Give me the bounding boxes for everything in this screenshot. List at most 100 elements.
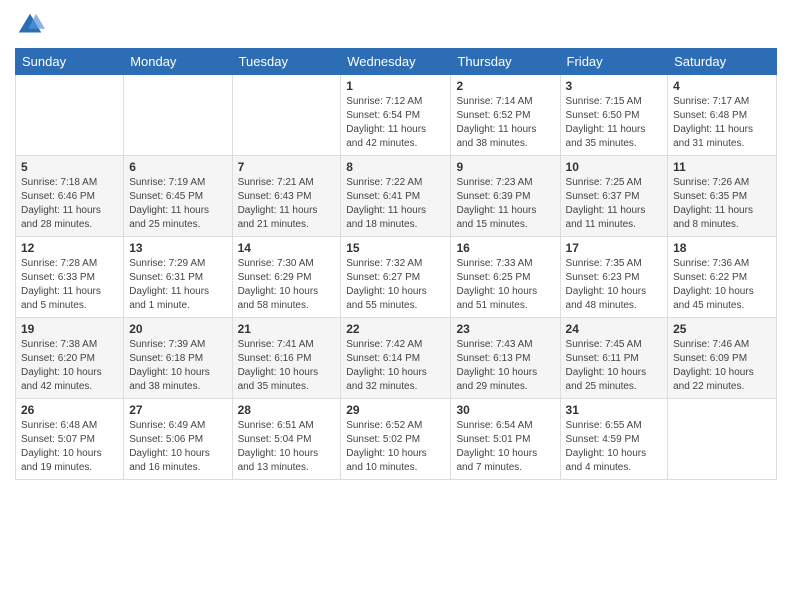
day-number: 5 <box>21 160 118 174</box>
calendar-cell: 10 Sunrise: 7:25 AM Sunset: 6:37 PM Dayli… <box>560 156 668 237</box>
calendar-cell: 20 Sunrise: 7:39 AM Sunset: 6:18 PM Dayli… <box>124 318 232 399</box>
calendar-cell: 6Sunrise: 7:19 AM Sunset: 6:45 PM Daylig… <box>124 156 232 237</box>
week-row-5: 26 Sunrise: 6:48 AM Sunset: 5:07 PM Dayli… <box>16 399 777 480</box>
calendar-cell: 24 Sunrise: 7:45 AM Sunset: 6:11 PM Dayli… <box>560 318 668 399</box>
day-number: 7 <box>238 160 336 174</box>
calendar-cell: 31 Sunrise: 6:55 AM Sunset: 4:59 PM Dayli… <box>560 399 668 480</box>
week-row-3: 12 Sunrise: 7:28 AM Sunset: 6:33 PM Dayli… <box>16 237 777 318</box>
calendar-cell: 26 Sunrise: 6:48 AM Sunset: 5:07 PM Dayli… <box>16 399 124 480</box>
day-number: 3 <box>566 79 663 93</box>
day-info: Sunrise: 7:12 AM Sunset: 6:54 PM Dayligh… <box>346 95 445 151</box>
day-number: 18 <box>673 241 771 255</box>
day-number: 12 <box>21 241 118 255</box>
calendar-cell: 18 Sunrise: 7:36 AM Sunset: 6:22 PM Dayli… <box>668 237 777 318</box>
calendar-cell: 11Sunrise: 7:26 AM Sunset: 6:35 PM Dayli… <box>668 156 777 237</box>
day-info: Sunrise: 6:48 AM Sunset: 5:07 PM Dayligh… <box>21 419 118 475</box>
day-info: Sunrise: 7:38 AM Sunset: 6:20 PM Dayligh… <box>21 338 118 394</box>
day-number: 17 <box>566 241 663 255</box>
logo-icon <box>15 10 45 40</box>
week-row-2: 5 Sunrise: 7:18 AM Sunset: 6:46 PM Daylig… <box>16 156 777 237</box>
day-info: Sunrise: 7:21 AM Sunset: 6:43 PM Dayligh… <box>238 176 336 232</box>
day-info: Sunrise: 7:23 AM Sunset: 6:39 PM Dayligh… <box>456 176 554 232</box>
day-number: 24 <box>566 322 663 336</box>
day-number: 16 <box>456 241 554 255</box>
calendar-cell <box>124 75 232 156</box>
day-info: Sunrise: 7:36 AM Sunset: 6:22 PM Dayligh… <box>673 257 771 313</box>
calendar-cell: 29 Sunrise: 6:52 AM Sunset: 5:02 PM Dayli… <box>341 399 451 480</box>
weekday-header-saturday: Saturday <box>668 49 777 75</box>
day-number: 14 <box>238 241 336 255</box>
calendar-cell: 12 Sunrise: 7:28 AM Sunset: 6:33 PM Dayli… <box>16 237 124 318</box>
day-info: Sunrise: 6:49 AM Sunset: 5:06 PM Dayligh… <box>129 419 226 475</box>
day-info: Sunrise: 7:46 AM Sunset: 6:09 PM Dayligh… <box>673 338 771 394</box>
day-number: 20 <box>129 322 226 336</box>
calendar-cell: 21 Sunrise: 7:41 AM Sunset: 6:16 PM Dayli… <box>232 318 341 399</box>
calendar-cell <box>16 75 124 156</box>
calendar-cell: 8Sunrise: 7:22 AM Sunset: 6:41 PM Daylig… <box>341 156 451 237</box>
calendar-cell: 30Sunrise: 6:54 AM Sunset: 5:01 PM Dayli… <box>451 399 560 480</box>
day-info: Sunrise: 6:55 AM Sunset: 4:59 PM Dayligh… <box>566 419 663 475</box>
day-number: 21 <box>238 322 336 336</box>
day-info: Sunrise: 7:18 AM Sunset: 6:46 PM Dayligh… <box>21 176 118 232</box>
day-number: 15 <box>346 241 445 255</box>
day-info: Sunrise: 7:43 AM Sunset: 6:13 PM Dayligh… <box>456 338 554 394</box>
calendar-cell: 14 Sunrise: 7:30 AM Sunset: 6:29 PM Dayli… <box>232 237 341 318</box>
day-info: Sunrise: 7:30 AM Sunset: 6:29 PM Dayligh… <box>238 257 336 313</box>
day-number: 19 <box>21 322 118 336</box>
day-number: 2 <box>456 79 554 93</box>
day-number: 31 <box>566 403 663 417</box>
calendar-cell <box>668 399 777 480</box>
day-info: Sunrise: 6:52 AM Sunset: 5:02 PM Dayligh… <box>346 419 445 475</box>
calendar-cell: 9Sunrise: 7:23 AM Sunset: 6:39 PM Daylig… <box>451 156 560 237</box>
day-info: Sunrise: 7:45 AM Sunset: 6:11 PM Dayligh… <box>566 338 663 394</box>
week-row-4: 19 Sunrise: 7:38 AM Sunset: 6:20 PM Dayli… <box>16 318 777 399</box>
day-number: 29 <box>346 403 445 417</box>
calendar-cell: 16 Sunrise: 7:33 AM Sunset: 6:25 PM Dayli… <box>451 237 560 318</box>
day-info: Sunrise: 6:51 AM Sunset: 5:04 PM Dayligh… <box>238 419 336 475</box>
calendar-cell: 5 Sunrise: 7:18 AM Sunset: 6:46 PM Daylig… <box>16 156 124 237</box>
calendar-cell: 19 Sunrise: 7:38 AM Sunset: 6:20 PM Dayli… <box>16 318 124 399</box>
calendar-cell: 15 Sunrise: 7:32 AM Sunset: 6:27 PM Dayli… <box>341 237 451 318</box>
calendar-cell: 13 Sunrise: 7:29 AM Sunset: 6:31 PM Dayli… <box>124 237 232 318</box>
calendar-cell: 1 Sunrise: 7:12 AM Sunset: 6:54 PM Daylig… <box>341 75 451 156</box>
day-number: 26 <box>21 403 118 417</box>
weekday-header-monday: Monday <box>124 49 232 75</box>
calendar-cell: 17 Sunrise: 7:35 AM Sunset: 6:23 PM Dayli… <box>560 237 668 318</box>
day-info: Sunrise: 7:25 AM Sunset: 6:37 PM Dayligh… <box>566 176 663 232</box>
day-info: Sunrise: 7:29 AM Sunset: 6:31 PM Dayligh… <box>129 257 226 313</box>
weekday-header-wednesday: Wednesday <box>341 49 451 75</box>
day-number: 6 <box>129 160 226 174</box>
day-number: 4 <box>673 79 771 93</box>
calendar-cell: 3Sunrise: 7:15 AM Sunset: 6:50 PM Daylig… <box>560 75 668 156</box>
day-number: 23 <box>456 322 554 336</box>
day-number: 1 <box>346 79 445 93</box>
day-info: Sunrise: 7:28 AM Sunset: 6:33 PM Dayligh… <box>21 257 118 313</box>
calendar-cell: 7 Sunrise: 7:21 AM Sunset: 6:43 PM Daylig… <box>232 156 341 237</box>
calendar-cell <box>232 75 341 156</box>
day-info: Sunrise: 7:33 AM Sunset: 6:25 PM Dayligh… <box>456 257 554 313</box>
day-number: 10 <box>566 160 663 174</box>
day-info: Sunrise: 7:32 AM Sunset: 6:27 PM Dayligh… <box>346 257 445 313</box>
weekday-header-tuesday: Tuesday <box>232 49 341 75</box>
day-number: 11 <box>673 160 771 174</box>
calendar-cell: 23 Sunrise: 7:43 AM Sunset: 6:13 PM Dayli… <box>451 318 560 399</box>
week-row-1: 1 Sunrise: 7:12 AM Sunset: 6:54 PM Daylig… <box>16 75 777 156</box>
day-info: Sunrise: 7:22 AM Sunset: 6:41 PM Dayligh… <box>346 176 445 232</box>
calendar-cell: 27 Sunrise: 6:49 AM Sunset: 5:06 PM Dayli… <box>124 399 232 480</box>
weekday-header-friday: Friday <box>560 49 668 75</box>
day-info: Sunrise: 7:41 AM Sunset: 6:16 PM Dayligh… <box>238 338 336 394</box>
day-info: Sunrise: 7:35 AM Sunset: 6:23 PM Dayligh… <box>566 257 663 313</box>
calendar-cell: 4 Sunrise: 7:17 AM Sunset: 6:48 PM Daylig… <box>668 75 777 156</box>
weekday-header-row: SundayMondayTuesdayWednesdayThursdayFrid… <box>16 49 777 75</box>
calendar-cell: 28Sunrise: 6:51 AM Sunset: 5:04 PM Dayli… <box>232 399 341 480</box>
day-number: 22 <box>346 322 445 336</box>
logo <box>15 10 47 40</box>
weekday-header-thursday: Thursday <box>451 49 560 75</box>
day-info: Sunrise: 7:39 AM Sunset: 6:18 PM Dayligh… <box>129 338 226 394</box>
day-number: 27 <box>129 403 226 417</box>
day-number: 25 <box>673 322 771 336</box>
day-number: 13 <box>129 241 226 255</box>
weekday-header-sunday: Sunday <box>16 49 124 75</box>
day-info: Sunrise: 7:17 AM Sunset: 6:48 PM Dayligh… <box>673 95 771 151</box>
calendar-table: SundayMondayTuesdayWednesdayThursdayFrid… <box>15 48 777 480</box>
